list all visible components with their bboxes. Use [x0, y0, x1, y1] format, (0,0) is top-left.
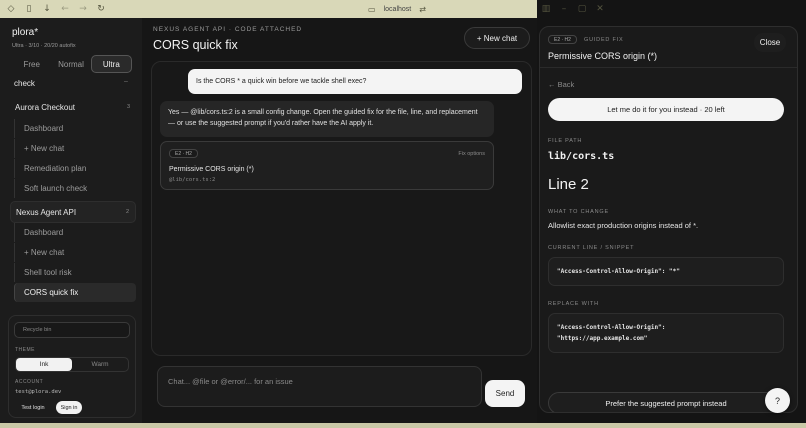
- fix-options-link[interactable]: Fix options: [458, 151, 485, 157]
- page-title: CORS quick fix: [153, 38, 238, 52]
- current-line-label: CURRENT LINE / SNIPPET: [548, 245, 635, 251]
- address-bar[interactable]: ▭ localhost ⇄: [352, 2, 442, 16]
- what-to-change-text: Allowlist exact production origins inste…: [548, 221, 699, 230]
- plan-ultra[interactable]: Ultra: [90, 55, 132, 73]
- brand-name: plora*: [12, 27, 39, 38]
- panel-icon[interactable]: ▥: [537, 0, 555, 18]
- fix-title: Permissive CORS origin (*): [169, 166, 254, 173]
- fix-card[interactable]: E2 · H2 Fix options Permissive CORS orig…: [160, 141, 494, 190]
- sidebar-item-dashboard[interactable]: Dashboard: [14, 119, 136, 138]
- forward-arrow-icon[interactable]: →: [74, 0, 92, 18]
- suggested-prompt-button[interactable]: Prefer the suggested prompt instead: [548, 392, 784, 412]
- assistant-message: Yes — @lib/cors.ts:2 is a small config c…: [160, 101, 494, 137]
- sidebar-item-remediation-plan[interactable]: Remediation plan: [14, 159, 136, 178]
- plan-free[interactable]: Free: [12, 55, 51, 73]
- what-to-change-label: WHAT TO CHANGE: [548, 209, 609, 215]
- usage-text: Ultra · 3/10 · 20/20 autofix: [12, 43, 76, 49]
- site-info-icon[interactable]: ▭: [368, 5, 376, 14]
- chat-input[interactable]: Chat... @file or @error/... for an issue: [157, 366, 482, 407]
- sidebar-item-new-chat[interactable]: + New chat: [14, 139, 136, 158]
- project-list: check – Aurora Checkout 3 Dashboard + Ne…: [10, 76, 138, 324]
- theme-label: THEME: [15, 347, 35, 353]
- replacement-snippet: "Access-Control-Allow-Origin": "https://…: [548, 313, 784, 353]
- severity-badge: E2 · H2: [548, 35, 577, 44]
- back-arrow-icon[interactable]: ←: [56, 0, 74, 18]
- browser-toolbar: ◇ ▯ ↓ ← → ↻ ▭ localhost ⇄ ▥ – ▢ ✕: [0, 0, 806, 405]
- reload-icon[interactable]: ↻: [92, 0, 110, 18]
- sidebar-footer: Recycle bin THEME Ink Warm ACCOUNT test@…: [8, 315, 136, 418]
- replacement-line-2: "https://app.example.com": [557, 335, 648, 342]
- sidebar-item-soft-launch-check[interactable]: Soft launch check: [14, 179, 136, 198]
- account-label: ACCOUNT: [15, 379, 44, 385]
- sidebar-item-new-chat[interactable]: + New chat: [14, 243, 136, 262]
- auto-fix-button[interactable]: Let me do it for you instead · 20 left: [548, 98, 784, 121]
- chat-thread: Is the CORS * a quick win before we tack…: [151, 61, 532, 356]
- help-button[interactable]: ?: [765, 388, 790, 413]
- section-title: Nexus Agent API: [16, 207, 77, 217]
- new-chat-button[interactable]: + New chat: [464, 27, 530, 49]
- guided-fix-label: GUIDED FIX: [584, 37, 624, 43]
- tune-icon[interactable]: ⇄: [419, 5, 426, 14]
- sidebar-item-cors-quick-fix[interactable]: CORS quick fix: [14, 283, 136, 302]
- sidebar-item-shell-tool-risk[interactable]: Shell tool risk: [14, 263, 136, 282]
- theme-warm[interactable]: Warm: [72, 358, 128, 371]
- recycle-bin-button[interactable]: Recycle bin: [14, 322, 130, 338]
- severity-badge: E2 · H2: [169, 149, 198, 158]
- current-snippet-line: "Access-Control-Allow-Origin": "*": [557, 268, 680, 275]
- close-button[interactable]: Close: [754, 33, 786, 52]
- current-snippet: "Access-Control-Allow-Origin": "*": [548, 257, 784, 286]
- theme-switcher: Ink Warm: [15, 357, 129, 372]
- user-message: Is the CORS * a quick win before we tack…: [188, 69, 522, 94]
- section-partial-title[interactable]: check: [14, 79, 35, 88]
- sidebar: plora* Ultra · 3/10 · 20/20 autofix Free…: [0, 18, 142, 423]
- section-title: Aurora Checkout: [15, 102, 76, 112]
- collapse-icon[interactable]: –: [124, 78, 128, 85]
- section-aurora-checkout[interactable]: Aurora Checkout 3: [10, 96, 136, 118]
- section-nexus-agent-api[interactable]: Nexus Agent API 2: [10, 201, 136, 223]
- close-window-icon[interactable]: ✕: [591, 0, 609, 18]
- file-path: lib/cors.ts: [548, 151, 615, 162]
- sidebar-item-dashboard[interactable]: Dashboard: [14, 223, 136, 242]
- divider: [540, 67, 797, 68]
- chat-context-eyebrow: NEXUS AGENT API · CODE ATTACHED: [153, 26, 303, 33]
- maximize-icon[interactable]: ▢: [573, 0, 591, 18]
- test-login-button[interactable]: Test login: [15, 401, 51, 414]
- guided-fix-card: E2 · H2 GUIDED FIX Close Permissive CORS…: [539, 26, 798, 413]
- section-count: 3: [126, 104, 130, 110]
- line-number: Line 2: [548, 176, 589, 193]
- app-window: plora* Ultra · 3/10 · 20/20 autofix Free…: [0, 18, 806, 423]
- replace-with-label: REPLACE WITH: [548, 301, 599, 307]
- chat-main: NEXUS AGENT API · CODE ATTACHED CORS qui…: [142, 18, 537, 423]
- sidebar-toggle-icon[interactable]: ▯: [20, 0, 38, 18]
- url-text: localhost: [383, 5, 412, 13]
- replacement-line-1: "Access-Control-Allow-Origin":: [557, 324, 666, 331]
- file-path-label: FILE PATH: [548, 138, 583, 144]
- downloads-icon[interactable]: ↓: [38, 0, 56, 18]
- browser-logo-icon: ◇: [7, 4, 15, 14]
- minimize-icon[interactable]: –: [555, 0, 573, 18]
- guided-fix-panel: E2 · H2 GUIDED FIX Close Permissive CORS…: [537, 18, 806, 423]
- fix-location: @lib/cors.ts:2: [169, 177, 216, 183]
- sign-in-button[interactable]: Sign in: [56, 401, 82, 414]
- theme-ink[interactable]: Ink: [16, 358, 72, 371]
- plan-switcher: Free Normal Ultra: [12, 55, 132, 73]
- send-button[interactable]: Send: [485, 380, 525, 407]
- guided-fix-title: Permissive CORS origin (*): [548, 51, 658, 61]
- plan-normal[interactable]: Normal: [51, 55, 90, 73]
- section-count: 2: [125, 209, 129, 215]
- back-link[interactable]: ← Back: [548, 80, 574, 89]
- account-email: test@plora.dev: [15, 389, 62, 395]
